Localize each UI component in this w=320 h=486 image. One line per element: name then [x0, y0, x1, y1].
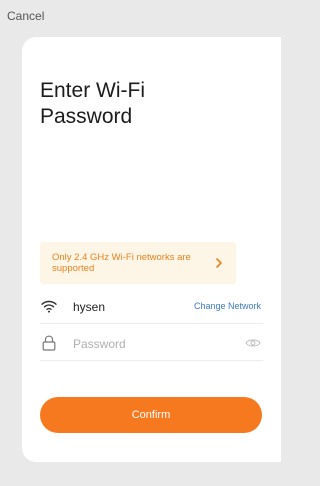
change-network-link[interactable]: Change Network	[194, 301, 261, 311]
title-line-2: Password	[40, 105, 133, 128]
frequency-notice[interactable]: Only 2.4 GHz Wi-Fi networks are supporte…	[40, 242, 236, 284]
confirm-button[interactable]: Confirm	[40, 397, 262, 433]
wifi-password-card: Enter Wi-Fi Password Only 2.4 GHz Wi-Fi …	[22, 37, 281, 462]
eye-icon[interactable]	[245, 337, 261, 349]
top-bar: Cancel	[0, 0, 281, 34]
lock-icon	[42, 335, 56, 351]
title-line-1: Enter Wi-Fi	[40, 79, 145, 102]
wifi-network-name: hysen	[73, 300, 106, 314]
wifi-network-row: hysen Change Network	[40, 291, 263, 324]
page-title: Enter Wi-Fi Password	[40, 78, 240, 130]
chevron-right-icon	[216, 258, 222, 268]
wifi-icon	[41, 300, 57, 313]
password-input[interactable]	[73, 334, 233, 354]
notice-text: Only 2.4 GHz Wi-Fi networks are supporte…	[52, 252, 191, 274]
password-row	[40, 328, 263, 361]
cancel-button[interactable]: Cancel	[7, 9, 44, 23]
